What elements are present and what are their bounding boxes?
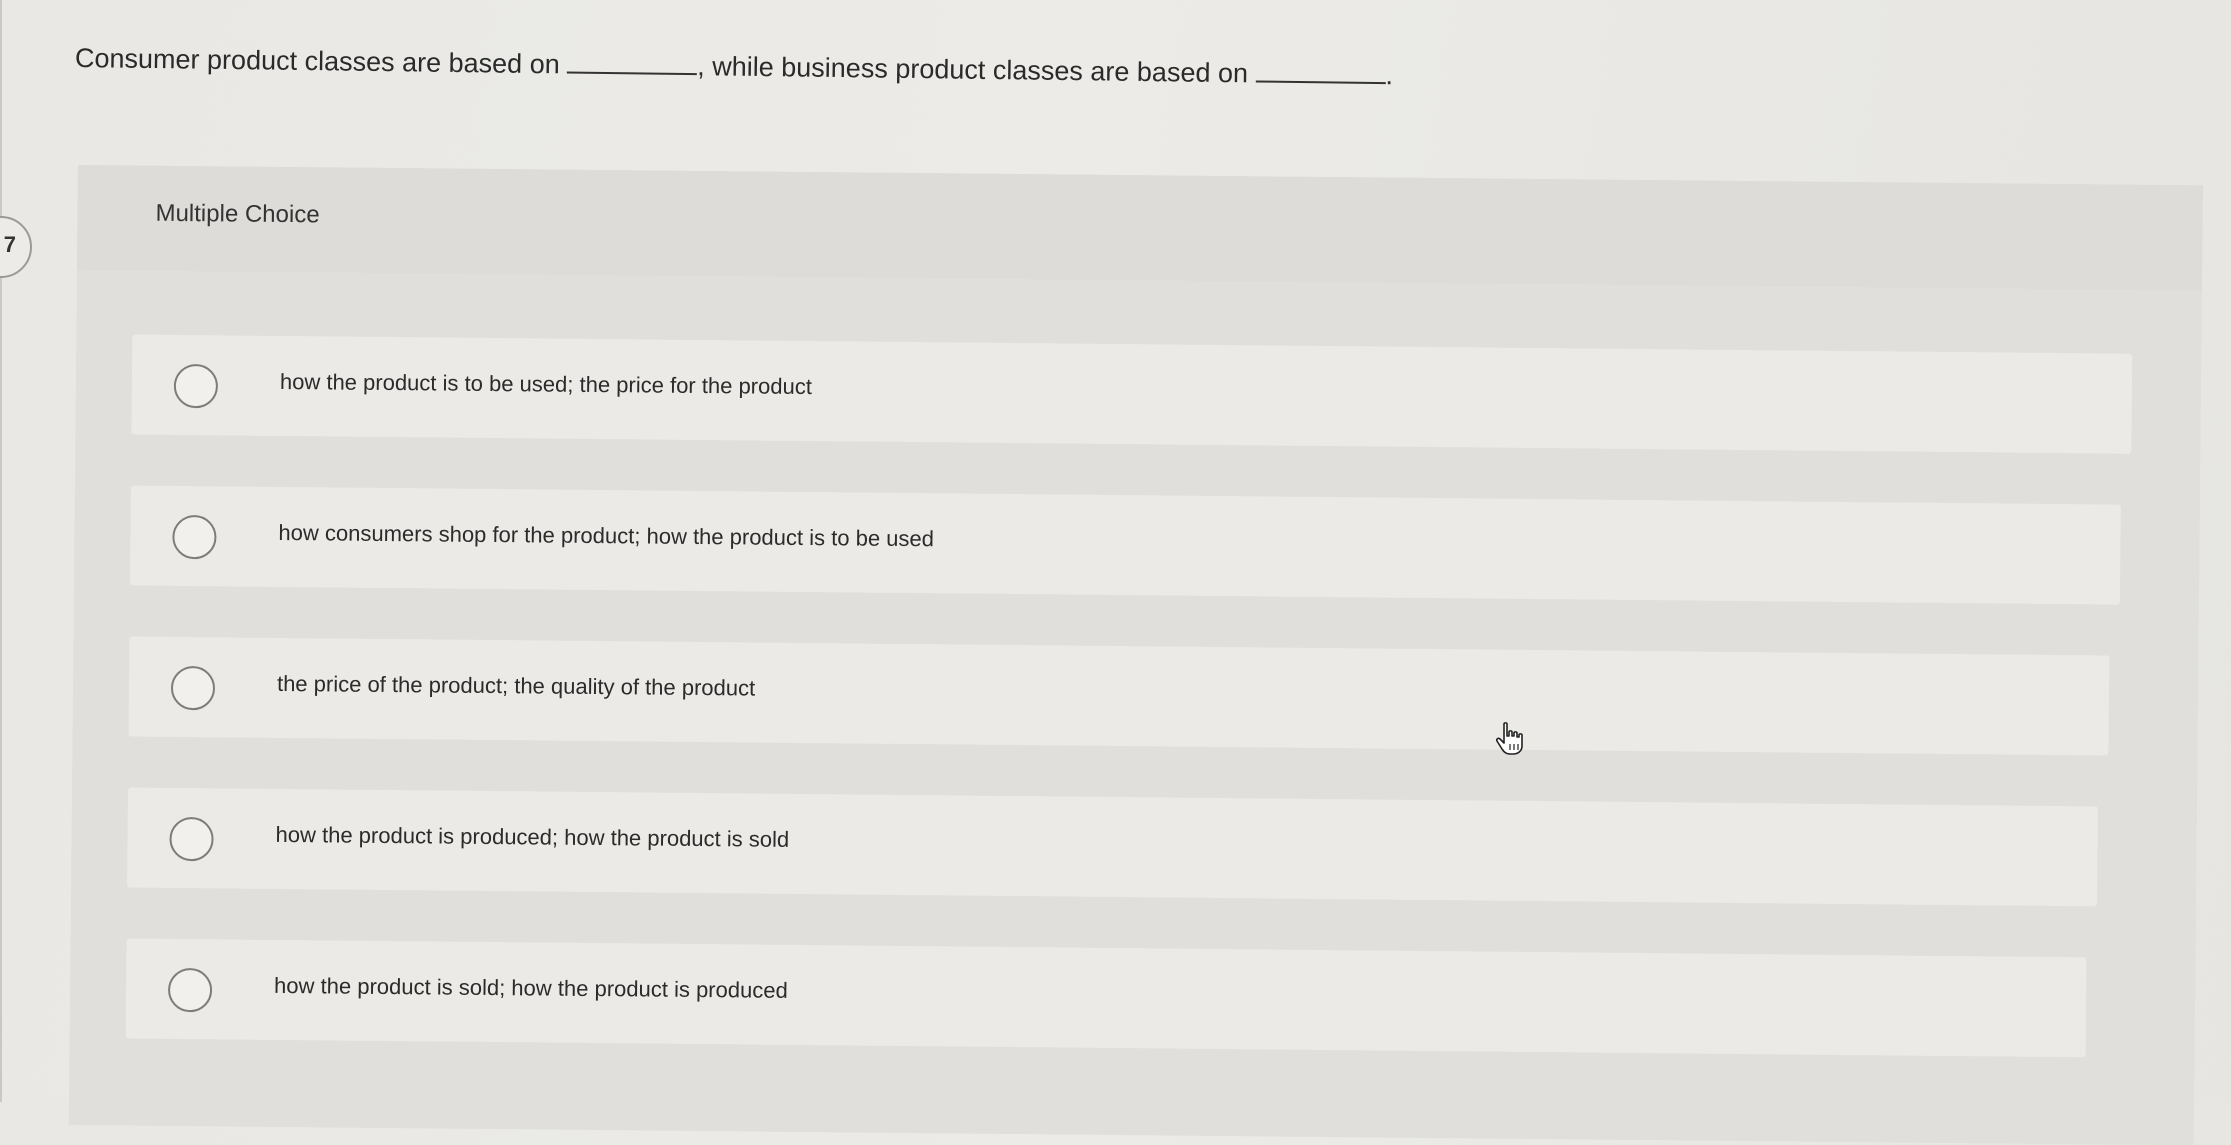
radio-circle-icon[interactable] bbox=[170, 665, 216, 711]
choice-label: how consumers shop for the product; how … bbox=[278, 519, 935, 552]
choice-label: how the product is produced; how the pro… bbox=[275, 821, 790, 852]
choice-option-5[interactable]: how the product is sold; how the product… bbox=[125, 938, 2087, 1058]
question-number-badge[interactable]: 7 bbox=[0, 216, 32, 278]
question-text-part2: , while business product classes are bas… bbox=[697, 51, 1249, 89]
blank-2 bbox=[1255, 56, 1386, 85]
choice-option-2[interactable]: how consumers shop for the product; how … bbox=[129, 485, 2121, 605]
radio-circle-icon[interactable] bbox=[167, 967, 213, 1013]
choice-label: the price of the product; the quality of… bbox=[276, 670, 756, 701]
choice-option-4[interactable]: how the product is produced; how the pro… bbox=[127, 787, 2098, 907]
radio-circle-icon[interactable] bbox=[173, 363, 219, 409]
choice-option-1[interactable]: how the product is to be used; the price… bbox=[131, 334, 2133, 454]
question-prompt: Consumer product classes are based on , … bbox=[75, 38, 1475, 96]
blank-1 bbox=[567, 47, 698, 76]
choice-label: how the product is sold; how the product… bbox=[274, 972, 788, 1003]
radio-circle-icon[interactable] bbox=[172, 514, 217, 560]
hand-pointer-icon bbox=[1495, 722, 1523, 755]
question-text-part1: Consumer product classes are based on bbox=[74, 43, 560, 80]
choice-label: how the product is to be used; the price… bbox=[279, 368, 813, 400]
radio-circle-icon[interactable] bbox=[169, 816, 214, 862]
section-label: Multiple Choice bbox=[155, 199, 320, 229]
screen-edge bbox=[0, 0, 2, 1102]
question-number: 7 bbox=[3, 232, 16, 257]
multiple-choice-panel: Multiple Choice how the product is to be… bbox=[68, 165, 2203, 1145]
choice-option-3[interactable]: the price of the product; the quality of… bbox=[128, 636, 2110, 756]
panel-header: Multiple Choice bbox=[76, 165, 2203, 291]
question-text-part3: . bbox=[1385, 60, 1394, 91]
